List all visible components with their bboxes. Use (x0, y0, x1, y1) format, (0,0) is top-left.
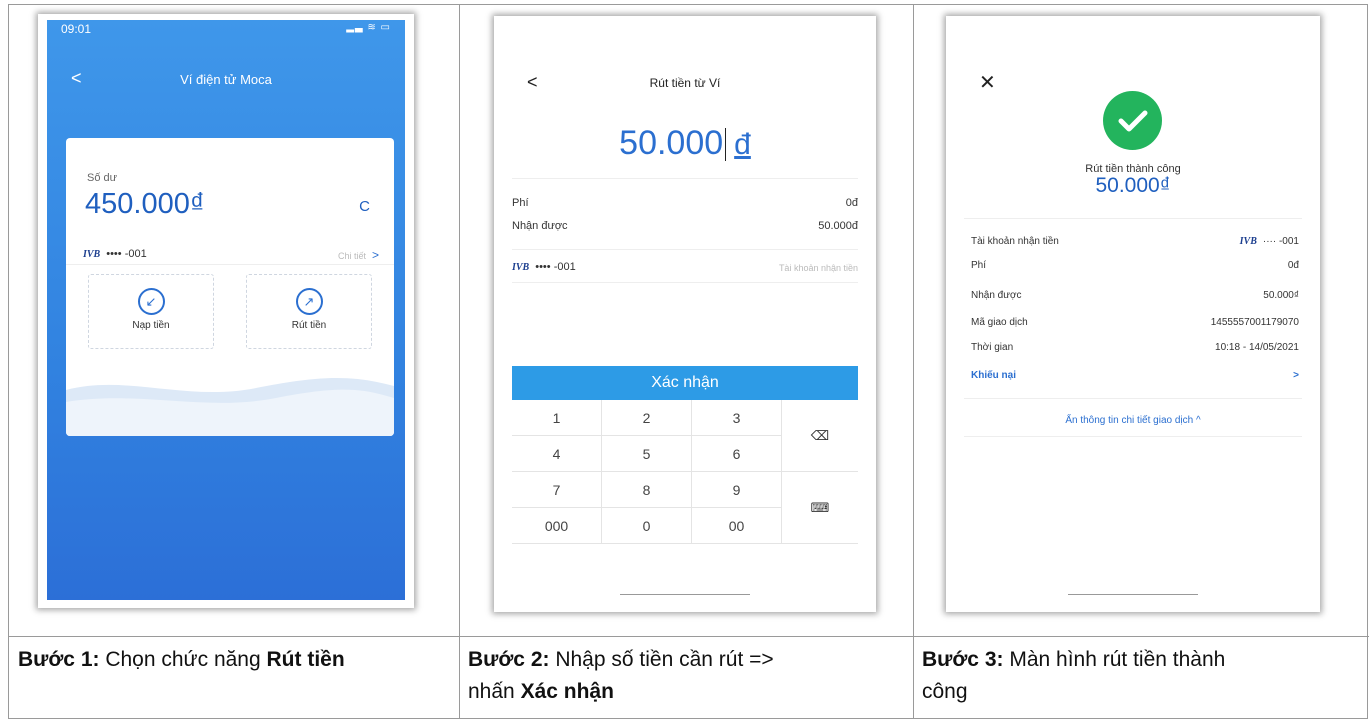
arrow-down-left-icon: ↙ (137, 288, 165, 315)
keyboard-icon[interactable]: ⌨ (782, 472, 858, 544)
divider (512, 282, 858, 283)
key-00[interactable]: 00 (692, 508, 782, 544)
bank-account-hint: Tài khoản nhận tiền (778, 263, 858, 273)
caption-text: nhấn (468, 680, 521, 703)
caption-emphasis: Rút tiền (266, 648, 345, 671)
divider (66, 264, 394, 265)
refresh-icon[interactable]: C (359, 198, 370, 215)
divider (512, 178, 858, 179)
transaction-row: Mã giao dịch 1455557001179070 (971, 317, 1299, 328)
time-label: Thời gian (971, 342, 1014, 353)
bank-account-mask: •••• -001 (106, 248, 147, 260)
status-icons: ▂▃ ≋ ▭ (346, 22, 391, 33)
divider (512, 249, 858, 250)
wallet-screen: 09:01 ▂▃ ≋ ▭ < Ví điện tử Moca Số dư 450… (47, 20, 405, 600)
chevron-right-icon: > (371, 248, 379, 262)
key-7[interactable]: 7 (512, 472, 602, 508)
divider (964, 436, 1302, 437)
caption-step-label: Bước 2: (468, 648, 550, 671)
time-row: Thời gian 10:18 - 14/05/2021 (971, 342, 1299, 353)
linked-bank-row[interactable]: IVB •••• -001 Chi tiết > (83, 248, 379, 262)
received-value: 50.000đ (818, 220, 858, 232)
fee-row: Phí 0đ (971, 260, 1299, 271)
bank-account-row[interactable]: IVB •••• -001 (512, 261, 576, 273)
topup-button[interactable]: ↙ Nạp tiền (88, 274, 214, 349)
phone-step-3: ✕ Rút tiền thành công 50.000₫ Tài khoản … (946, 16, 1320, 612)
column-divider (913, 5, 914, 719)
arrow-up-right-icon: ↗ (295, 288, 323, 315)
bank-logo: IVB (512, 262, 530, 273)
wave-decoration (66, 378, 394, 436)
received-label: Nhận được (512, 220, 568, 232)
key-5[interactable]: 5 (602, 436, 692, 472)
caption-step-3: Bước 3: Màn hình rút tiền thành công (922, 644, 1362, 708)
home-indicator (1068, 594, 1198, 595)
caption-step-1: Bước 1: Chọn chức năng Rút tiền (18, 644, 448, 676)
bank-logo: IVB (1239, 236, 1257, 247)
confirm-button[interactable]: Xác nhận (512, 366, 858, 400)
bank-logo: IVB (83, 249, 101, 260)
amount-input[interactable]: 50.000 đ (494, 124, 876, 163)
key-3[interactable]: 3 (692, 400, 782, 436)
status-time: 09:01 (61, 22, 92, 36)
close-icon[interactable]: ✕ (979, 70, 996, 95)
bank-account-mask: •••• -001 (535, 261, 576, 273)
topup-label: Nạp tiền (132, 320, 170, 331)
phone-step-1: 09:01 ▂▃ ≋ ▭ < Ví điện tử Moca Số dư 450… (38, 14, 414, 608)
row-divider (9, 636, 1369, 637)
key-4[interactable]: 4 (512, 436, 602, 472)
screen-title: Ví điện tử Moca (180, 72, 272, 87)
column-divider (459, 5, 460, 719)
key-0[interactable]: 0 (602, 508, 692, 544)
divider (964, 218, 1302, 219)
detail-link[interactable]: Chi tiết (338, 251, 366, 261)
caption-emphasis: Xác nhận (520, 680, 614, 703)
complain-row[interactable]: Khiếu nại > (971, 370, 1299, 381)
account-mask: ···· -001 (1262, 236, 1299, 247)
withdraw-button[interactable]: ↗ Rút tiền (246, 274, 372, 349)
caption-step-label: Bước 3: (922, 648, 1004, 671)
key-000[interactable]: 000 (512, 508, 602, 544)
received-label: Nhận được (971, 290, 1022, 301)
chevron-right-icon: > (1293, 370, 1299, 381)
fee-value: 0đ (845, 197, 858, 209)
caption-step-2: Bước 2: Nhập số tiền cần rút => nhấn Xác… (468, 644, 904, 708)
received-value: 50.000₫ (1263, 290, 1299, 301)
numeric-keypad: Xác nhận 1 2 3 4 5 6 7 8 9 000 0 00 ⌫ ⌨ (512, 366, 858, 546)
caption-step-label: Bước 1: (18, 648, 100, 671)
caption-text: Chọn chức năng (99, 648, 267, 671)
fee-label: Phí (971, 260, 987, 271)
phone-step-2: < Rút tiền từ Ví 50.000 đ Phí 0đ Nhận đượ… (494, 16, 876, 612)
balance-amount: 450.000₫ (85, 188, 205, 220)
account-row: Tài khoản nhận tiền IVB ···· -001 (971, 236, 1299, 247)
currency-symbol: đ (725, 128, 751, 161)
home-indicator (620, 594, 750, 595)
transaction-id: 1455557001179070 (1210, 317, 1299, 328)
fee-label: Phí (512, 197, 529, 209)
balance-label: Số dư (87, 172, 117, 184)
backspace-icon[interactable]: ⌫ (782, 400, 858, 472)
balance-card: Số dư 450.000₫ C IVB •••• -001 Chi tiết > … (66, 138, 394, 436)
fee-value: 0đ (1287, 260, 1299, 271)
amount-value: 50.000 (619, 124, 724, 162)
hide-details-link[interactable]: Ẩn thông tin chi tiết giao dịch ^ (946, 415, 1320, 426)
key-2[interactable]: 2 (602, 400, 692, 436)
key-6[interactable]: 6 (692, 436, 782, 472)
account-label: Tài khoản nhận tiền (971, 236, 1059, 247)
caption-text: Màn hình rút tiền thành (1003, 648, 1226, 671)
divider (964, 398, 1302, 399)
key-1[interactable]: 1 (512, 400, 602, 436)
success-amount: 50.000₫ (1095, 174, 1171, 197)
caption-text: công (922, 680, 968, 703)
key-9[interactable]: 9 (692, 472, 782, 508)
time-value: 10:18 - 14/05/2021 (1215, 342, 1299, 353)
caption-text: Nhập số tiền cần rút => (549, 648, 774, 671)
key-8[interactable]: 8 (602, 472, 692, 508)
received-row: Nhận được 50.000₫ (971, 290, 1299, 301)
complain-link[interactable]: Khiếu nại (971, 370, 1016, 381)
transaction-label: Mã giao dịch (971, 317, 1028, 328)
screen-title: Rút tiền từ Ví (649, 76, 721, 90)
withdraw-label: Rút tiền (291, 320, 327, 331)
success-check-icon (1103, 91, 1162, 150)
